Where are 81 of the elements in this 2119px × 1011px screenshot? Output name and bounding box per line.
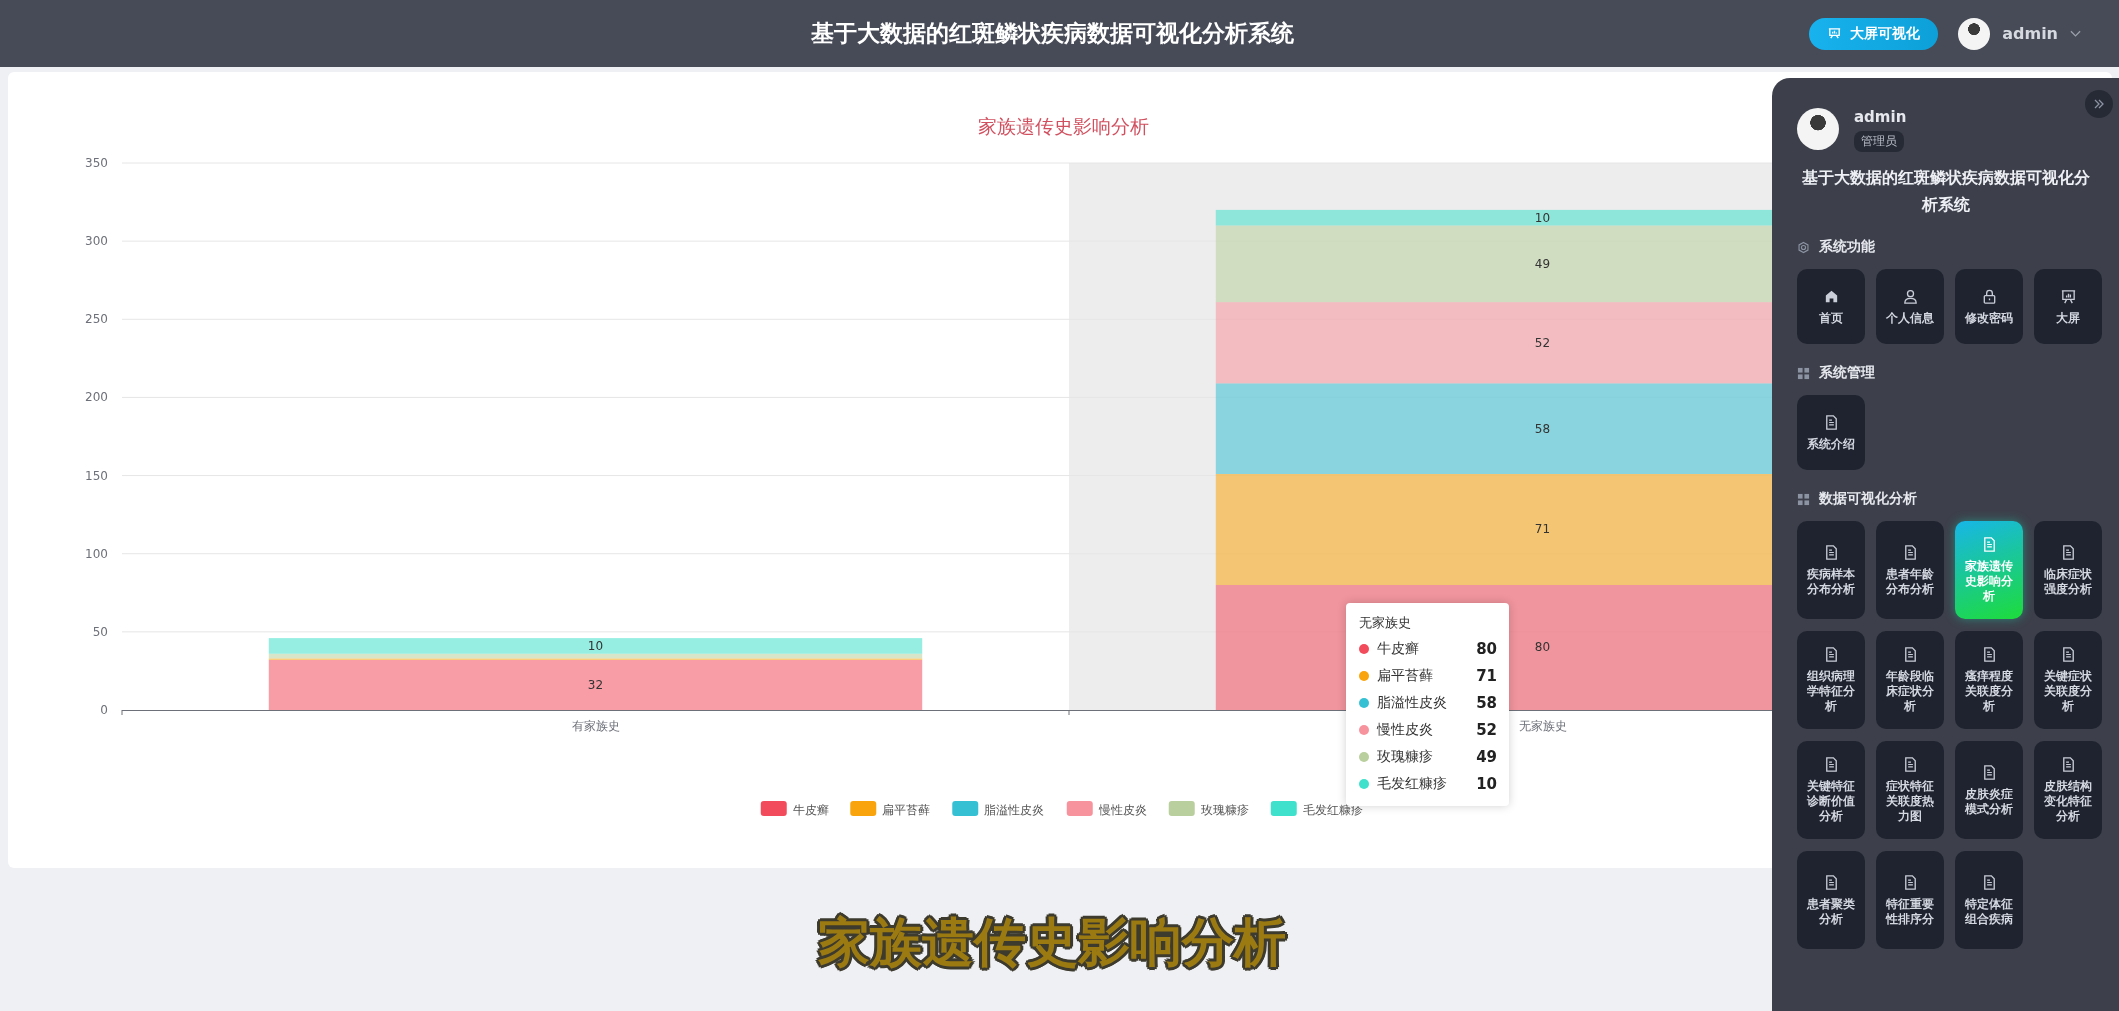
avatar <box>1797 108 1839 150</box>
legend-label: 牛皮癣 <box>792 803 829 817</box>
legend-label: 慢性皮炎 <box>1097 803 1147 817</box>
menu-tile[interactable]: 关键特征诊断价值分析 <box>1797 741 1865 839</box>
series-name: 牛皮癣 <box>1377 640 1420 658</box>
grid-icon <box>1797 366 1810 380</box>
axis-tick-label: 300 <box>85 234 108 249</box>
axis-tick-label: 150 <box>85 468 108 483</box>
presentation-board-icon <box>1827 26 1843 41</box>
avatar[interactable] <box>1958 17 1991 50</box>
menu-tile[interactable]: 个人信息 <box>1876 269 1944 344</box>
menu-tile[interactable]: 疾病样本分布分析 <box>1797 521 1865 619</box>
series-name: 毛发红糠疹 <box>1377 775 1448 793</box>
series-value: 58 <box>1476 694 1497 712</box>
legend-label: 脂溢性皮炎 <box>984 803 1045 817</box>
menu-tile[interactable]: 皮肤结构变化特征分析 <box>2034 741 2102 839</box>
section-heading: 数据可视化分析 <box>1819 490 1917 508</box>
axis-tick-label: 50 <box>92 624 108 639</box>
double-chevron-icon <box>2093 98 2105 110</box>
presentation-board-icon <box>2059 287 2077 305</box>
chevron-down-icon[interactable] <box>2070 29 2081 38</box>
series-value: 49 <box>1476 748 1497 766</box>
series-name: 脂溢性皮炎 <box>1377 694 1448 712</box>
axis-tick-label: 100 <box>85 546 108 561</box>
sidebar-title: 基于大数据的红斑鳞状疾病数据可视化分析系统 <box>1801 167 2091 216</box>
menu-tile[interactable]: 症状特征关联度热力图 <box>1876 741 1944 839</box>
menu-tile[interactable]: 特征重要性排序分 <box>1876 851 1944 949</box>
series-value: 10 <box>1476 775 1497 793</box>
menu-tile[interactable]: 系统介绍 <box>1797 395 1865 470</box>
series-name: 玫瑰糠疹 <box>1377 748 1434 766</box>
menu-tile[interactable]: 患者年龄分布分析 <box>1876 521 1944 619</box>
app-title: 基于大数据的红斑鳞状疾病数据可视化分析系统 <box>811 19 1294 48</box>
caption: 家族遗传史影响分析 <box>818 911 1286 974</box>
axis-tick-label: 200 <box>85 390 108 405</box>
axis-tick-label: 350 <box>85 156 108 170</box>
menu-tile[interactable]: 患者聚类分析 <box>1797 851 1865 949</box>
section-heading: 系统功能 <box>1819 238 1875 256</box>
menu-tile[interactable]: 瘙痒程度关联度分析 <box>1955 631 2023 729</box>
series-name: 扁平苔藓 <box>1377 667 1434 685</box>
legend-item[interactable]: 玫瑰糠疹 <box>1168 801 1249 817</box>
menu-tile[interactable]: 首页 <box>1797 269 1865 344</box>
menu-tile[interactable]: 关键症状关联度分析 <box>2034 631 2102 729</box>
menu-tile[interactable]: 组织病理学特征分析 <box>1797 631 1865 729</box>
data-label: 52 <box>1534 335 1551 350</box>
data-label: 71 <box>1534 522 1551 537</box>
menu-tile[interactable]: 临床症状强度分析 <box>2034 521 2102 619</box>
legend-item[interactable]: 牛皮癣 <box>760 801 829 817</box>
section-heading: 系统管理 <box>1819 364 1875 382</box>
axis-category-label: 有家族史 <box>571 719 620 733</box>
user-name: admin <box>1854 108 1907 126</box>
legend-item[interactable]: 扁平苔藓 <box>850 801 931 817</box>
user-name[interactable]: admin <box>2002 24 2058 43</box>
menu-tile[interactable]: 大屏 <box>2034 269 2102 344</box>
data-label: 10 <box>1534 210 1551 225</box>
axis-tick-label: 0 <box>100 703 108 717</box>
grid-icon <box>1797 492 1810 506</box>
axis-category-label: 无家族史 <box>1518 719 1567 733</box>
series-value: 52 <box>1476 721 1497 739</box>
chart-title: 家族遗传史影响分析 <box>977 115 1149 137</box>
data-label: 32 <box>587 678 604 692</box>
user-icon <box>1901 287 1919 305</box>
data-label: 58 <box>1534 421 1551 436</box>
role-badge: 管理员 <box>1854 131 1904 152</box>
data-label: 49 <box>1534 256 1551 271</box>
menu-tile[interactable]: 年龄段临床症状分析 <box>1876 631 1944 729</box>
legend-label: 玫瑰糠疹 <box>1200 803 1249 817</box>
legend-item[interactable]: 慢性皮炎 <box>1066 801 1147 817</box>
settings-icon <box>1797 240 1810 254</box>
tooltip-title: 无家族史 <box>1359 614 1412 632</box>
legend-label: 扁平苔藓 <box>882 803 931 817</box>
series-value: 71 <box>1476 667 1497 685</box>
menu-tile[interactable]: 皮肤炎症模式分析 <box>1955 741 2023 839</box>
data-label: 80 <box>1534 640 1551 655</box>
legend-item[interactable]: 脂溢性皮炎 <box>952 801 1045 817</box>
data-label: 10 <box>587 638 604 653</box>
series-name: 慢性皮炎 <box>1377 721 1434 739</box>
menu-tile[interactable]: 修改密码 <box>1955 269 2023 344</box>
series-value: 80 <box>1476 640 1497 658</box>
menu-tile[interactable]: 特定体征组合疾病 <box>1955 851 2023 949</box>
collapse-button[interactable] <box>2085 90 2113 118</box>
axis-tick-label: 250 <box>85 312 108 327</box>
